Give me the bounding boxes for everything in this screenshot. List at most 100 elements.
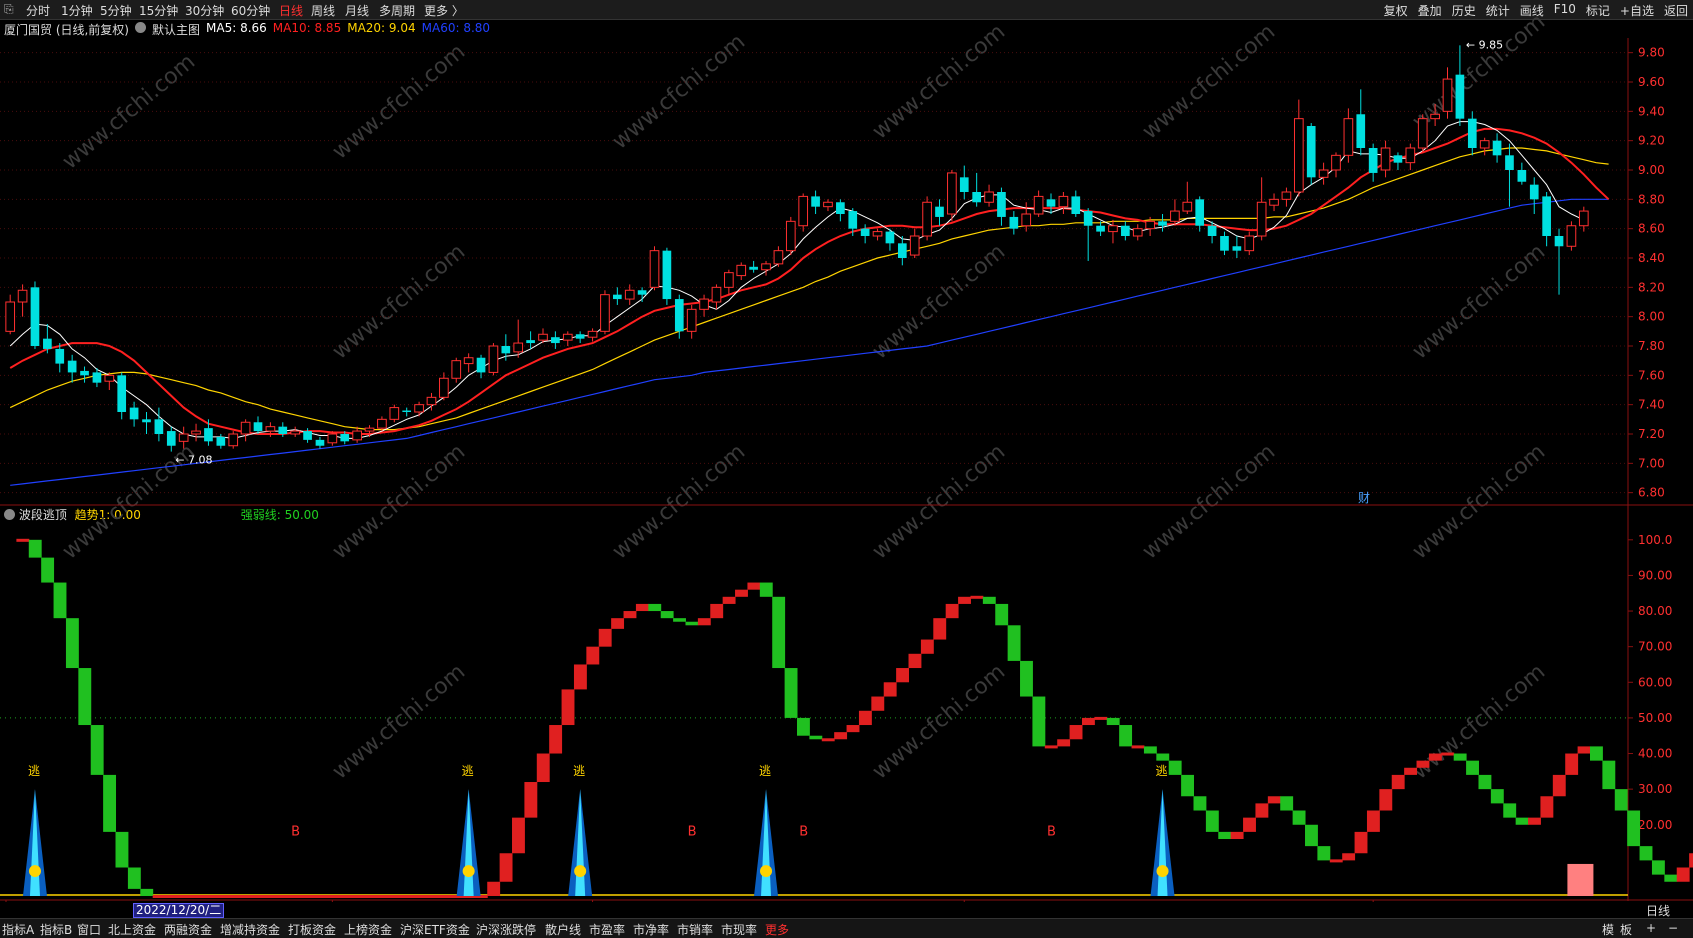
candle-body bbox=[30, 287, 40, 346]
indicator-segment bbox=[1614, 789, 1628, 811]
indicator-segment bbox=[710, 603, 724, 619]
zoom-in-button[interactable]: + bbox=[1646, 921, 1656, 935]
candle-body bbox=[1108, 225, 1118, 233]
indicator-segment bbox=[202, 895, 216, 898]
indicator-segment bbox=[1143, 746, 1157, 754]
y-tick-label: 7.40 bbox=[1638, 398, 1665, 412]
indicator-segment bbox=[747, 582, 761, 590]
indicator-segment bbox=[648, 603, 662, 612]
candle-body bbox=[315, 439, 325, 446]
candle-body bbox=[1293, 118, 1304, 193]
tab-retail[interactable]: 散户线 bbox=[545, 921, 581, 938]
board-button[interactable]: 板 bbox=[1620, 921, 1632, 938]
tab-pe[interactable]: 市盈率 bbox=[589, 921, 625, 938]
escape-label: 逃 bbox=[462, 764, 474, 778]
indicator-highlight bbox=[1567, 863, 1594, 896]
candle-body bbox=[724, 272, 734, 288]
indicator-segment bbox=[326, 895, 340, 898]
escape-label: 逃 bbox=[573, 764, 585, 778]
sad-face-icon bbox=[760, 865, 773, 878]
indicator-segment bbox=[264, 895, 278, 898]
indicator-segment bbox=[945, 603, 959, 619]
watermark-text: www.cfchi.com bbox=[328, 439, 470, 564]
period-tag[interactable]: 日线 bbox=[1646, 902, 1670, 919]
indicator-segment bbox=[1193, 796, 1207, 811]
candle-body bbox=[798, 195, 809, 227]
candle-body bbox=[80, 370, 89, 376]
indicator-segment bbox=[908, 653, 922, 669]
indicator-segment bbox=[933, 618, 947, 640]
y-tick-label: 9.00 bbox=[1638, 163, 1665, 177]
y-tick-label: 7.60 bbox=[1638, 368, 1665, 382]
candle-body bbox=[364, 427, 375, 432]
tab-holdings-change[interactable]: 增减持资金 bbox=[220, 921, 280, 938]
candle-body bbox=[1220, 236, 1229, 251]
candle-body bbox=[811, 196, 820, 207]
indicator-segment bbox=[623, 611, 637, 619]
indicator-segment bbox=[1366, 810, 1380, 832]
tab-limit-stats[interactable]: 沪深涨跌停 bbox=[476, 921, 536, 938]
candle-body bbox=[1455, 74, 1465, 119]
tab-indicator-b[interactable]: 指标B bbox=[40, 921, 72, 938]
tab-northbound[interactable]: 北上资金 bbox=[108, 921, 156, 938]
tab-billboard[interactable]: 上榜资金 bbox=[344, 921, 392, 938]
watermark-layer: www.cfchi.com www.cfchi.com www.cfchi.com w… bbox=[58, 9, 1550, 784]
candle-body bbox=[587, 330, 598, 338]
layout-button[interactable]: 模 bbox=[1602, 921, 1614, 938]
indicator-segment bbox=[16, 538, 30, 542]
candle-body bbox=[1529, 184, 1539, 200]
candle-body bbox=[142, 419, 151, 423]
tab-ps[interactable]: 市销率 bbox=[677, 921, 713, 938]
indicator-segment bbox=[883, 682, 897, 697]
y-tick-label: 30.00 bbox=[1638, 782, 1672, 796]
indicator-segment bbox=[958, 596, 971, 604]
candle-body bbox=[1566, 225, 1577, 247]
indicator-segment bbox=[1528, 817, 1541, 825]
candle-body bbox=[1380, 147, 1391, 171]
indicator-segment bbox=[78, 668, 92, 726]
candle-body bbox=[612, 294, 622, 300]
indicator-segment bbox=[425, 895, 439, 898]
kline-chart[interactable]: www.cfchi.com www.cfchi.com www.cfchi.com w… bbox=[0, 0, 1693, 902]
y-tick-label: 9.40 bbox=[1638, 104, 1665, 118]
candle-body bbox=[947, 172, 957, 215]
indicator-segment bbox=[1267, 796, 1281, 804]
tab-etf[interactable]: 沪深ETF资金 bbox=[400, 921, 470, 938]
candle-body bbox=[414, 404, 424, 413]
tab-more[interactable]: 更多 bbox=[765, 921, 789, 938]
y-tick-label: 9.20 bbox=[1638, 134, 1665, 148]
candle-body bbox=[761, 263, 771, 271]
candle-body bbox=[997, 192, 1006, 217]
indicator-segment bbox=[573, 664, 587, 690]
candle-body bbox=[154, 419, 164, 434]
candle-body bbox=[1269, 198, 1279, 206]
indicator-segment bbox=[1602, 760, 1616, 790]
candle-body bbox=[972, 192, 982, 203]
indicator-segment bbox=[276, 895, 290, 898]
y-tick-label: 40.00 bbox=[1638, 747, 1672, 761]
indicator-tabbar: 指标A 指标B 窗口 北上资金 两融资金 增减持资金 打板资金 上榜资金 沪深E… bbox=[0, 918, 1693, 938]
candle-body bbox=[303, 431, 312, 440]
tab-window[interactable]: 窗口 bbox=[77, 921, 101, 938]
candle-body bbox=[1170, 210, 1180, 222]
indicator-segment bbox=[1168, 760, 1182, 775]
tab-limitup-funds[interactable]: 打板资金 bbox=[288, 921, 336, 938]
indicator-segment bbox=[1044, 745, 1058, 749]
candle-body bbox=[686, 308, 697, 332]
sad-face-icon bbox=[1156, 865, 1169, 878]
watermark-text: www.cfchi.com bbox=[1408, 439, 1550, 564]
tab-pcf[interactable]: 市现率 bbox=[721, 921, 757, 938]
y-tick-label: 9.60 bbox=[1638, 75, 1665, 89]
indicator-segment bbox=[1416, 760, 1430, 768]
y-tick-label: 100.0 bbox=[1638, 533, 1672, 547]
indicator-segment bbox=[982, 596, 996, 604]
indicator-segment bbox=[1131, 745, 1145, 749]
zoom-out-button[interactable]: − bbox=[1668, 921, 1678, 935]
tab-pb[interactable]: 市净率 bbox=[633, 921, 669, 938]
indicator-segment bbox=[1490, 789, 1504, 804]
tab-margin[interactable]: 两融资金 bbox=[164, 921, 212, 938]
ma60-path bbox=[10, 198, 1609, 486]
tab-indicator-a[interactable]: 指标A bbox=[2, 921, 34, 938]
candle-body bbox=[736, 264, 747, 277]
candle-body bbox=[1517, 170, 1527, 182]
